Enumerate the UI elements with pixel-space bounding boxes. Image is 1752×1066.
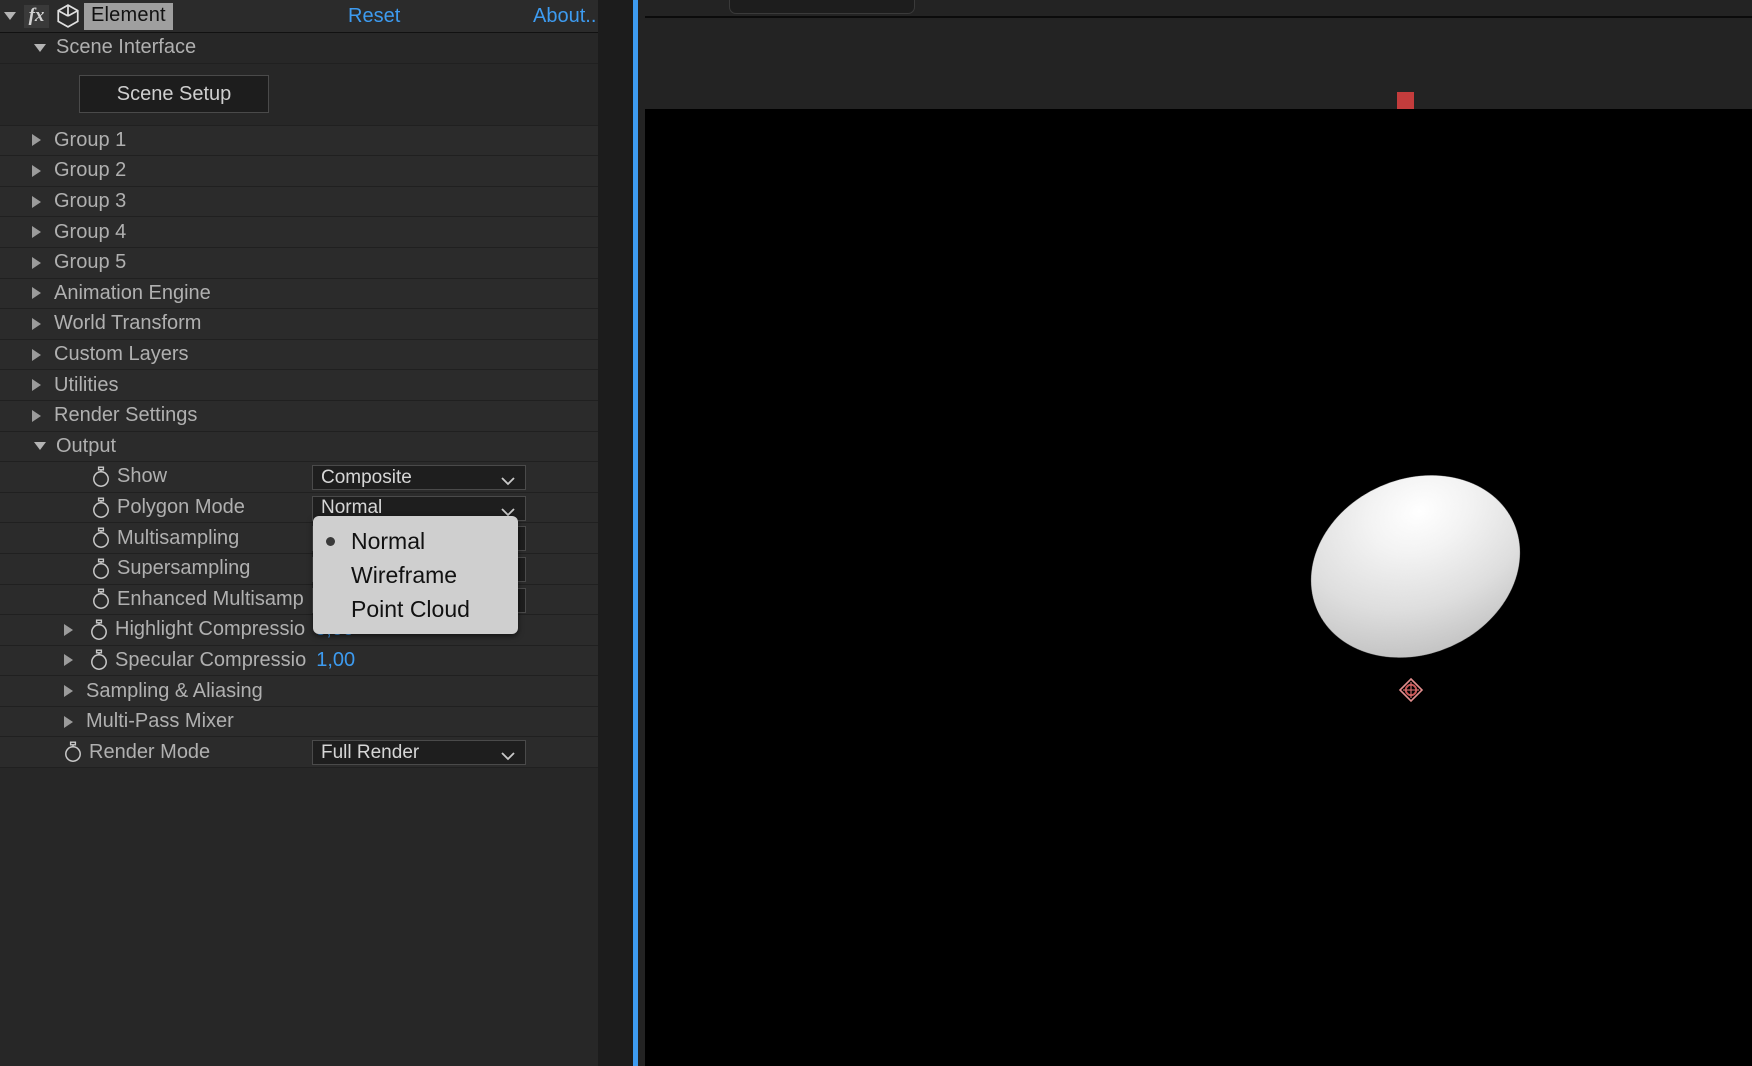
cube-icon[interactable] (55, 3, 81, 29)
effect-name-label[interactable]: Element (84, 2, 173, 30)
chevron-down-icon (500, 746, 516, 768)
stopwatch-icon[interactable] (88, 588, 114, 610)
expand-triangle-icon[interactable] (32, 164, 54, 177)
stopwatch-icon[interactable] (88, 497, 114, 519)
popup-item-point-cloud[interactable]: Point Cloud (313, 592, 518, 626)
section-label: Render Settings (54, 404, 198, 427)
composition-tab[interactable] (729, 0, 915, 14)
section-label: Group 3 (54, 190, 127, 213)
property-row-render-mode[interactable]: Render Mode Full Render (0, 737, 598, 769)
property-value[interactable]: 1,00 (316, 649, 355, 672)
expand-triangle-icon[interactable] (64, 623, 86, 636)
stopwatch-icon[interactable] (88, 466, 114, 488)
property-label: Specular Compressio (115, 648, 307, 671)
property-value: Composite (321, 466, 412, 488)
effect-collapse-triangle-icon[interactable] (4, 12, 16, 20)
section-label: Group 4 (54, 220, 127, 243)
popup-item-label: Normal (351, 527, 426, 554)
stopwatch-icon[interactable] (86, 619, 112, 641)
scene-interface-label: Scene Interface (56, 36, 197, 59)
property-label: Show (117, 465, 168, 488)
section-row-custom-layers[interactable]: Custom Layers (0, 339, 598, 371)
render-mode-dropdown[interactable]: Full Render (312, 740, 526, 768)
section-output[interactable]: Output (0, 431, 598, 463)
fx-icon[interactable]: fx (24, 4, 49, 28)
popup-item-wireframe[interactable]: Wireframe (313, 558, 518, 592)
polygon-mode-popup-menu[interactable]: Normal Wireframe Point Cloud (313, 516, 518, 634)
output-collapse-triangle-icon[interactable] (34, 442, 56, 451)
anchor-point-marker-icon[interactable] (1398, 677, 1424, 703)
about-button[interactable]: About.. (533, 5, 596, 28)
effect-controls-panel: fx Element Reset About.. Scene Interface… (0, 0, 598, 1066)
property-label: Highlight Compressio (115, 618, 306, 641)
property-row-show[interactable]: Show Composite (0, 462, 598, 493)
reset-button[interactable]: Reset (348, 5, 400, 28)
property-label: Enhanced Multisamp (117, 587, 304, 610)
expand-triangle-icon[interactable] (32, 226, 54, 239)
stopwatch-icon[interactable] (86, 649, 112, 671)
selected-bullet-icon (326, 537, 335, 546)
subsection-label: Sampling & Aliasing (86, 679, 263, 702)
section-row-render-settings[interactable]: Render Settings (0, 400, 598, 432)
section-row-group-4[interactable]: Group 4 (0, 217, 598, 248)
section-label: Group 5 (54, 251, 127, 274)
composition-viewport[interactable] (638, 0, 1752, 1066)
property-label: Multisampling (117, 526, 240, 549)
section-row-group-5[interactable]: Group 5 (0, 247, 598, 279)
effect-header: fx Element Reset About.. (0, 0, 598, 33)
section-row-group-3[interactable]: Group 3 (0, 186, 598, 218)
expand-triangle-icon[interactable] (64, 654, 86, 667)
section-label: World Transform (54, 312, 202, 335)
section-label: Animation Engine (54, 281, 211, 304)
property-label: Supersampling (117, 557, 251, 580)
group-section-list: Group 1 Group 2 Group 3 Group 4 Group 5 Anima… (0, 125, 598, 432)
stopwatch-icon[interactable] (88, 527, 114, 549)
property-dropdown[interactable]: Composite (312, 465, 526, 493)
section-label: Group 2 (54, 159, 127, 182)
section-row-utilities[interactable]: Utilities (0, 370, 598, 401)
render-mode-value: Full Render (321, 741, 420, 763)
scene-interface-expand-triangle-icon[interactable] (34, 43, 56, 52)
popup-item-label: Point Cloud (351, 595, 470, 622)
expand-triangle-icon[interactable] (32, 409, 54, 422)
popup-item-normal[interactable]: Normal (313, 524, 518, 558)
subsection-label: Multi-Pass Mixer (86, 710, 234, 733)
composition-canvas[interactable] (645, 109, 1752, 1066)
section-row-animation-engine[interactable]: Animation Engine (0, 278, 598, 310)
section-row-group-2[interactable]: Group 2 (0, 156, 598, 187)
scene-setup-row: Scene Setup (0, 63, 598, 126)
panel-gutter (598, 0, 633, 1066)
expand-triangle-icon[interactable] (64, 685, 86, 698)
expand-triangle-icon[interactable] (32, 317, 54, 330)
scene-setup-button[interactable]: Scene Setup (79, 75, 269, 114)
subsection-row-multi-pass-mixer[interactable]: Multi-Pass Mixer (0, 706, 598, 738)
stopwatch-icon[interactable] (60, 741, 86, 763)
popup-item-label: Wireframe (351, 561, 458, 588)
viewport-top-rule (645, 16, 1752, 18)
output-label: Output (56, 434, 117, 457)
section-row-world-transform[interactable]: World Transform (0, 309, 598, 340)
section-scene-interface[interactable]: Scene Interface (0, 33, 598, 64)
expand-triangle-icon[interactable] (32, 379, 54, 392)
chevron-down-icon (500, 471, 516, 493)
section-label: Custom Layers (54, 343, 189, 366)
expand-triangle-icon[interactable] (32, 256, 54, 269)
output-subsection-list: Sampling & Aliasing Multi-Pass Mixer (0, 676, 598, 738)
section-label: Group 1 (54, 128, 127, 151)
expand-triangle-icon[interactable] (64, 715, 86, 728)
selection-handle-marker[interactable] (1397, 92, 1414, 109)
expand-triangle-icon[interactable] (32, 287, 54, 300)
app-root: fx Element Reset About.. Scene Interface… (0, 0, 1752, 1066)
render-mode-label: Render Mode (89, 740, 211, 763)
expand-triangle-icon[interactable] (32, 348, 54, 361)
section-row-group-1[interactable]: Group 1 (0, 125, 598, 157)
expand-triangle-icon[interactable] (32, 134, 54, 147)
section-label: Utilities (54, 373, 119, 396)
expand-triangle-icon[interactable] (32, 195, 54, 208)
property-label: Polygon Mode (117, 496, 245, 519)
stopwatch-icon[interactable] (88, 558, 114, 580)
subsection-row-sampling-aliasing[interactable]: Sampling & Aliasing (0, 676, 598, 707)
property-row-specular-compressio[interactable]: Specular Compressio 1,00 (0, 645, 598, 677)
rendered-sphere-object[interactable] (1281, 442, 1550, 691)
